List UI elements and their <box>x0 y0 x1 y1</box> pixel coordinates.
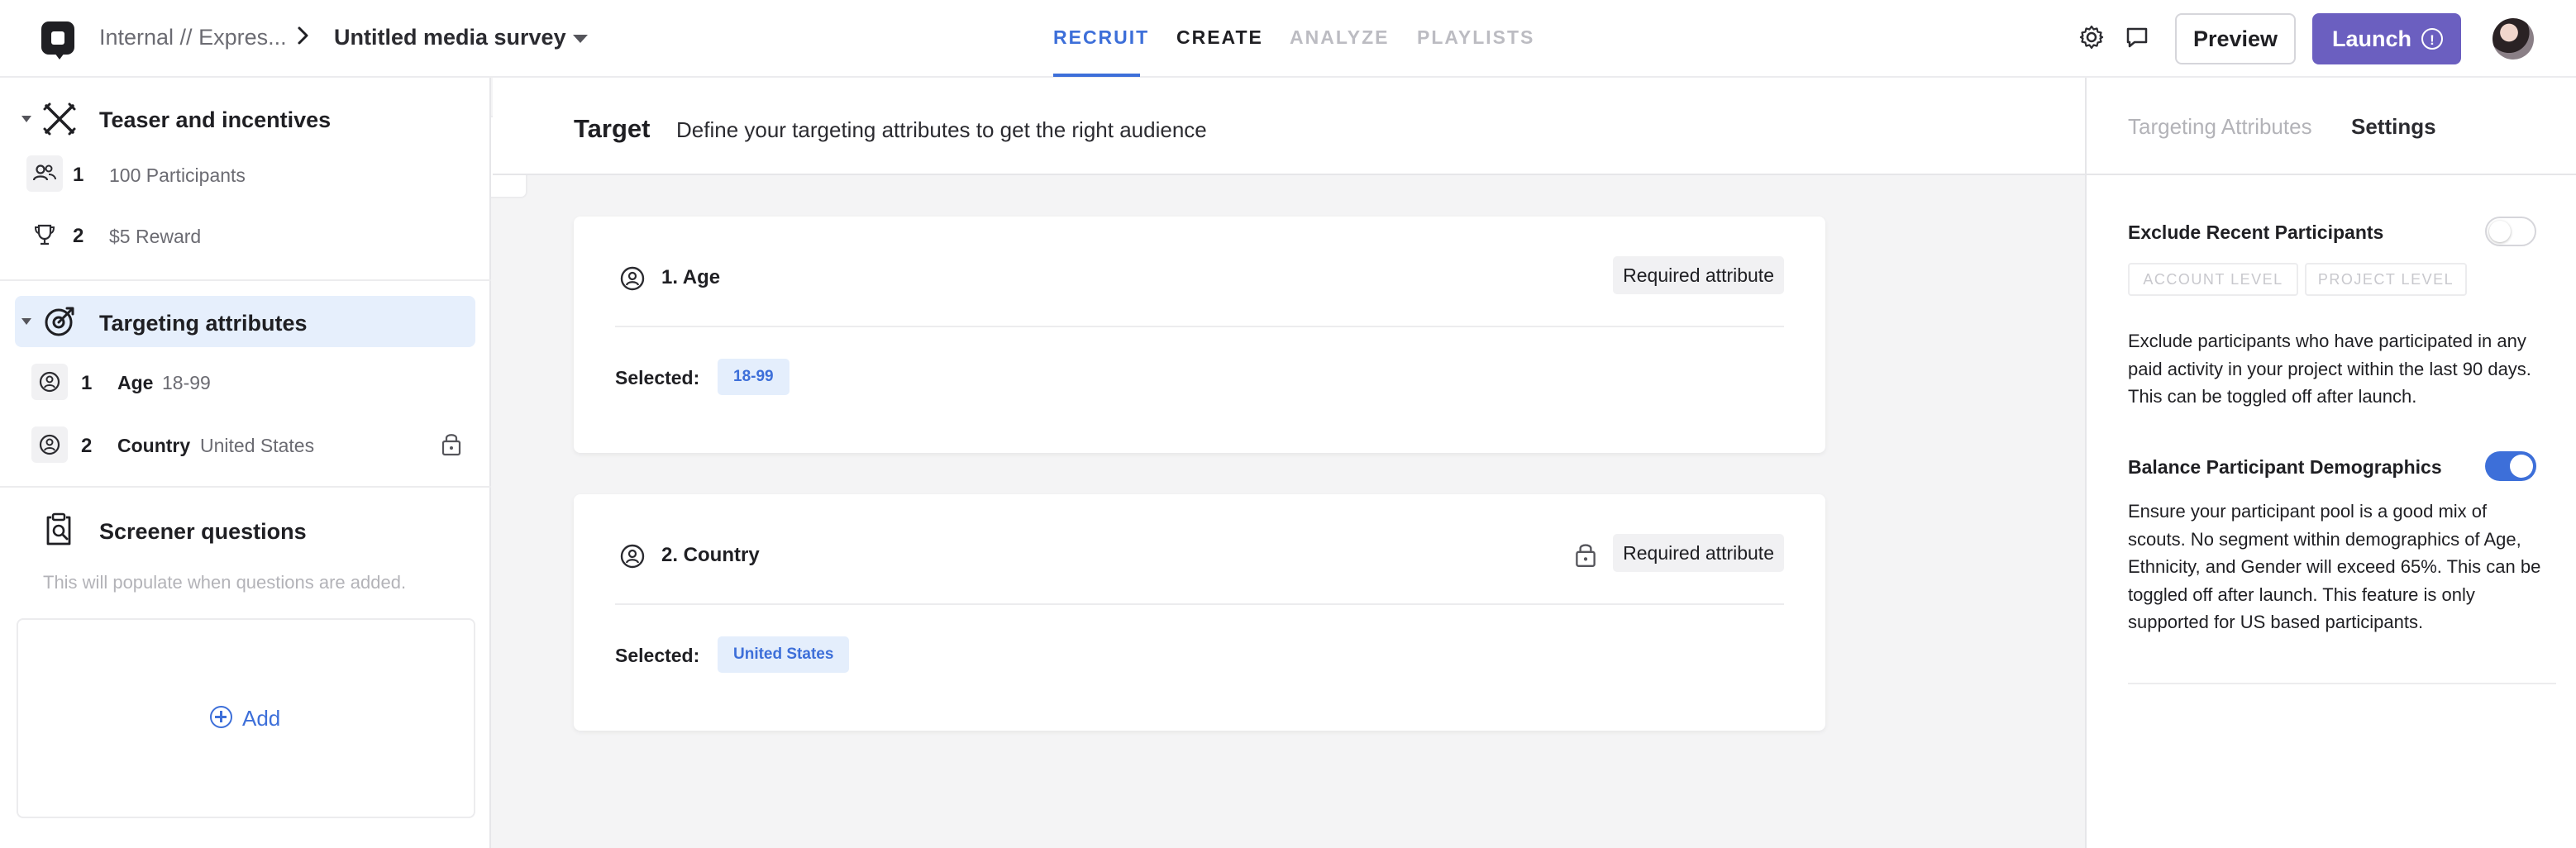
card-title: 1. Age <box>661 266 721 288</box>
breadcrumb-org[interactable]: Internal // Expres... <box>99 25 287 50</box>
tab-create[interactable]: CREATE <box>1176 26 1263 49</box>
attribute-label[interactable]: Age <box>117 372 153 394</box>
item-number: 2 <box>81 435 93 457</box>
survey-title[interactable]: Untitled media survey <box>334 25 566 50</box>
balance-demographics-toggle[interactable] <box>2485 451 2536 481</box>
attribute-value: United States <box>200 435 315 456</box>
attribute-value: 18-99 <box>162 372 211 393</box>
item-number: 1 <box>81 372 93 394</box>
screener-hint: This will populate when questions are ad… <box>43 572 407 593</box>
trophy-icon <box>26 217 63 253</box>
participants-count[interactable]: 100 Participants <box>109 164 246 187</box>
gear-icon[interactable] <box>2077 23 2106 51</box>
item-number: 1 <box>73 164 84 186</box>
selected-label: Selected: <box>615 367 700 388</box>
selected-chip[interactable]: United States <box>718 636 850 673</box>
person-badge-icon <box>31 426 68 463</box>
section-title-teaser[interactable]: Teaser and incentives <box>99 107 331 133</box>
clipboard-search-icon <box>46 512 71 545</box>
required-badge: Required attribute <box>1613 256 1784 294</box>
attribute-label[interactable]: Country <box>117 435 190 457</box>
reward-amount[interactable]: $5 Reward <box>109 226 201 248</box>
panel-tabs: Targeting Attributes Settings <box>2087 78 2576 175</box>
attribute-card-age[interactable]: 1. Age Required attribute Selected: 18-9… <box>574 217 1825 453</box>
divider <box>2128 683 2556 684</box>
account-level-button[interactable]: ACCOUNT LEVEL <box>2128 263 2298 296</box>
exclude-recent-toggle[interactable] <box>2485 217 2536 246</box>
section-title-screener[interactable]: Screener questions <box>99 519 307 545</box>
project-level-button[interactable]: PROJECT LEVEL <box>2305 263 2467 296</box>
users-icon <box>26 155 63 192</box>
launch-label: Launch <box>2332 26 2412 51</box>
sidebar: Teaser and incentives 1 100 Participants… <box>0 78 491 848</box>
add-question-box: Add <box>17 618 475 818</box>
balance-description: Ensure your participant pool is a good m… <box>2128 501 2541 632</box>
divider <box>0 486 491 488</box>
chevron-right-icon <box>298 26 308 45</box>
collapse-caret-icon[interactable] <box>21 116 31 122</box>
add-question-button[interactable]: Add <box>210 706 280 731</box>
main-header: Target Define your targeting attributes … <box>493 78 2087 175</box>
person-badge-icon <box>620 544 645 569</box>
cross-tools-icon <box>43 102 76 136</box>
selected-chip[interactable]: 18-99 <box>718 359 789 395</box>
divider <box>0 279 491 281</box>
info-icon <box>2421 15 2443 66</box>
settings-panel: Targeting Attributes Settings Exclude Re… <box>2085 78 2576 848</box>
caret-down-icon[interactable] <box>573 35 588 43</box>
launch-button[interactable]: Launch <box>2312 13 2461 66</box>
target-icon <box>45 307 74 336</box>
exclude-recent-label: Exclude Recent Participants <box>2128 222 2384 243</box>
divider <box>615 603 1784 605</box>
balance-demographics-label: Balance Participant Demographics <box>2128 456 2442 478</box>
section-title-targeting[interactable]: Targeting attributes <box>99 311 308 336</box>
lock-icon <box>441 434 461 456</box>
tab-playlists[interactable]: PLAYLISTS <box>1417 26 1534 49</box>
card-title: 2. Country <box>661 544 760 566</box>
divider <box>615 326 1784 327</box>
active-tab-indicator <box>1053 74 1140 77</box>
lock-icon <box>1576 544 1596 567</box>
item-number: 2 <box>73 225 84 247</box>
selected-label: Selected: <box>615 645 700 666</box>
required-badge: Required attribute <box>1613 534 1784 572</box>
tab-settings[interactable]: Settings <box>2351 114 2436 140</box>
attribute-card-country[interactable]: 2. Country Required attribute Selected: … <box>574 494 1825 731</box>
exclude-description: Exclude participants who have participat… <box>2128 331 2531 407</box>
person-badge-icon <box>620 266 645 291</box>
add-label: Add <box>242 706 281 731</box>
page-subtitle: Define your targeting attributes to get … <box>676 117 1207 142</box>
avatar[interactable] <box>2493 18 2534 60</box>
tab-targeting-attributes[interactable]: Targeting Attributes <box>2128 114 2312 140</box>
tab-recruit[interactable]: RECRUIT <box>1053 26 1149 49</box>
comment-icon[interactable] <box>2123 23 2151 51</box>
tab-analyze[interactable]: ANALYZE <box>1290 26 1390 49</box>
app-logo-icon[interactable] <box>41 21 74 60</box>
collapse-caret-icon[interactable] <box>21 318 31 325</box>
top-bar: Internal // Expres... Untitled media sur… <box>0 0 2576 78</box>
page-title: Target <box>574 114 651 143</box>
preview-button[interactable]: Preview <box>2175 13 2296 64</box>
person-badge-icon <box>31 364 68 400</box>
plus-circle-icon <box>210 706 232 728</box>
